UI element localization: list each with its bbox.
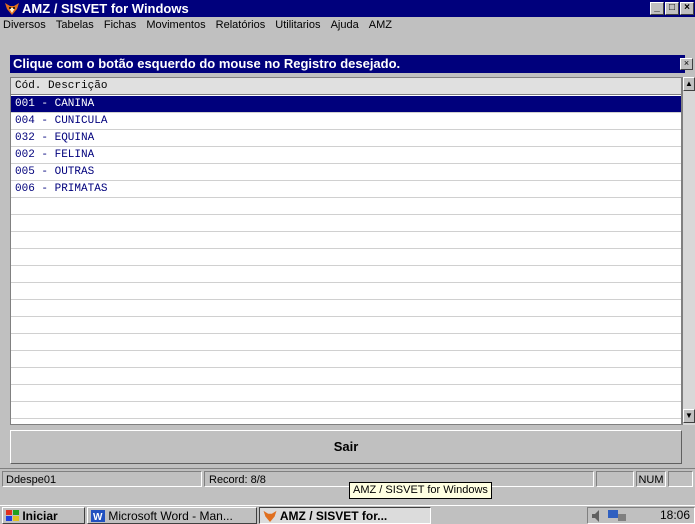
taskbar-item-word[interactable]: W Microsoft Word - Man... (87, 507, 257, 524)
dialog-close-icon[interactable]: × (680, 58, 693, 70)
record-list[interactable]: Cód. Descrição 001 - CANINA 004 - CUNICU… (10, 77, 682, 425)
menu-relatorios[interactable]: Relatórios (216, 17, 266, 33)
menu-utilitarios[interactable]: Utilitarios (275, 17, 320, 33)
scroll-down-icon[interactable]: ▼ (683, 409, 695, 423)
empty-row[interactable] (11, 232, 681, 249)
list-item[interactable]: 032 - EQUINA (11, 130, 681, 147)
empty-row[interactable] (11, 334, 681, 351)
scroll-up-icon[interactable]: ▲ (683, 77, 695, 91)
menu-amz[interactable]: AMZ (369, 17, 392, 33)
exit-button[interactable]: Sair (10, 430, 682, 464)
network-icon[interactable] (608, 509, 628, 522)
taskbar: Iniciar W Microsoft Word - Man... AMZ / … (0, 505, 695, 524)
taskbar-item-sisvet[interactable]: AMZ / SISVET for... (259, 507, 431, 524)
status-numlock: NUM (636, 471, 666, 487)
dialog-instruction: Clique com o botão esquerdo do mouse no … (10, 55, 685, 73)
close-icon[interactable]: × (680, 2, 694, 15)
window-titlebar[interactable]: AMZ / SISVET for Windows _ □ × (0, 0, 695, 17)
empty-row[interactable] (11, 198, 681, 215)
taskbar-item-label: Microsoft Word - Man... (108, 509, 233, 523)
empty-row[interactable] (11, 249, 681, 266)
fox-app-icon (5, 3, 19, 15)
list-header: Cód. Descrição (11, 78, 681, 95)
menu-bar: Diversos Tabelas Fichas Movimentos Relat… (0, 17, 695, 33)
windows-logo-icon (6, 510, 19, 521)
clock: 18:06 (659, 508, 690, 522)
word-icon: W (91, 510, 105, 523)
empty-row[interactable] (11, 215, 681, 232)
menu-diversos[interactable]: Diversos (3, 17, 46, 33)
vertical-scrollbar[interactable]: ▲ ▼ (682, 77, 695, 425)
fox-app-icon (263, 510, 277, 522)
menu-fichas[interactable]: Fichas (104, 17, 136, 33)
empty-row[interactable] (11, 385, 681, 402)
list-item[interactable]: 005 - OUTRAS (11, 164, 681, 181)
empty-row[interactable] (11, 368, 681, 385)
list-item[interactable]: 006 - PRIMATAS (11, 181, 681, 198)
taskbar-item-label: AMZ / SISVET for... (279, 509, 388, 523)
menu-movimentos[interactable]: Movimentos (146, 17, 205, 33)
empty-row[interactable] (11, 402, 681, 419)
list-item[interactable]: 001 - CANINA (11, 96, 681, 113)
status-empty-panel (596, 471, 634, 487)
empty-row[interactable] (11, 283, 681, 300)
start-button[interactable]: Iniciar (2, 507, 85, 524)
empty-row[interactable] (11, 351, 681, 368)
taskbar-tooltip: AMZ / SISVET for Windows (349, 482, 492, 499)
status-form-name: Ddespe01 (2, 471, 202, 487)
list-item[interactable]: 002 - FELINA (11, 147, 681, 164)
system-tray: 18:06 (587, 507, 695, 524)
minimize-icon[interactable]: _ (650, 2, 664, 15)
empty-row[interactable] (11, 266, 681, 283)
start-label: Iniciar (22, 509, 58, 523)
maximize-icon[interactable]: □ (665, 2, 679, 15)
status-scroll-panel (668, 471, 693, 487)
status-bar: Ddespe01 Record: 8/8 NUM (0, 468, 695, 488)
menu-tabelas[interactable]: Tabelas (56, 17, 94, 33)
window-title: AMZ / SISVET for Windows (22, 1, 189, 16)
menu-ajuda[interactable]: Ajuda (331, 17, 359, 33)
svg-text:W: W (93, 512, 103, 522)
list-item[interactable]: 004 - CUNICULA (11, 113, 681, 130)
empty-row[interactable] (11, 317, 681, 334)
speaker-icon[interactable] (592, 510, 604, 522)
empty-row[interactable] (11, 300, 681, 317)
